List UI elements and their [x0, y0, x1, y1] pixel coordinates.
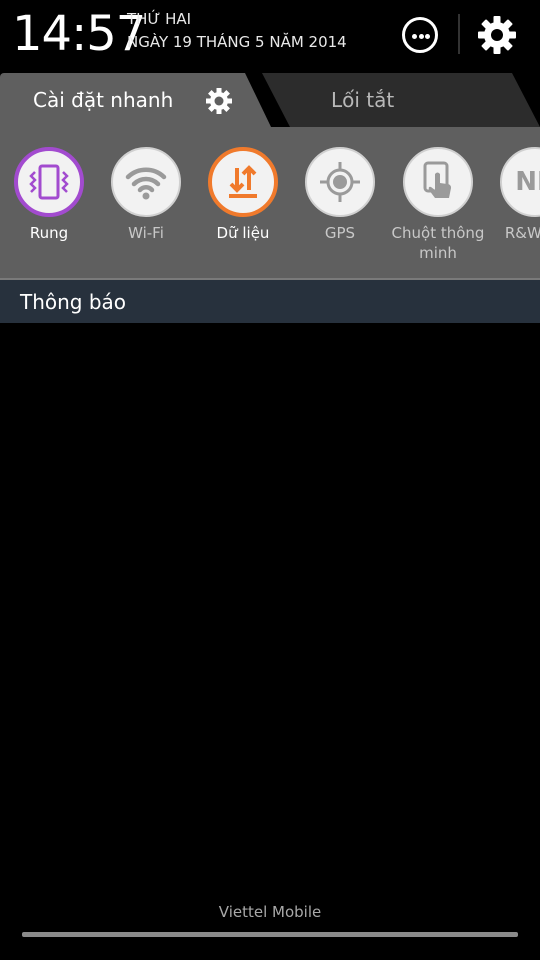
day-of-week: THỨ HAI	[127, 10, 192, 28]
toggle-data[interactable]: Dữ liệu	[194, 147, 292, 243]
toggle-vibrate-circle[interactable]	[14, 147, 84, 217]
vibrate-icon	[29, 164, 69, 200]
more-options-button[interactable]	[402, 17, 438, 53]
quick-settings-gear-icon[interactable]	[205, 87, 233, 115]
tab-shortcuts-label[interactable]: Lối tắt	[331, 88, 394, 112]
date: NGÀY 19 THÁNG 5 NĂM 2014	[127, 33, 347, 51]
nfc-icon: NF	[515, 167, 540, 197]
toggle-nfc-circle[interactable]: NF	[500, 147, 540, 217]
toggle-smart-pointer-circle[interactable]	[403, 147, 473, 217]
toggle-smart-pointer[interactable]: Chuột thông minh	[389, 147, 487, 263]
toggle-nfc[interactable]: NF R&W P2	[486, 147, 540, 243]
toggle-wifi-label: Wi-Fi	[128, 224, 164, 242]
quick-settings-panel: Rung Wi-Fi Dữ liệu GPS Chuột thông minh …	[0, 127, 540, 278]
header-divider	[458, 14, 460, 54]
toggle-vibrate-label: Rung	[29, 224, 69, 242]
toggle-gps-label: GPS	[324, 224, 356, 242]
toggle-smart-pointer-label: Chuột thông minh	[391, 224, 485, 262]
toggle-nfc-label: R&W P2	[504, 224, 540, 242]
carrier-label: Viettel Mobile	[218, 903, 322, 921]
notifications-title: Thông báo	[20, 290, 127, 314]
toggle-data-label: Dữ liệu	[216, 224, 270, 242]
drag-handle[interactable]	[22, 932, 518, 937]
gps-icon	[320, 162, 360, 202]
toggle-gps[interactable]: GPS	[291, 147, 389, 243]
more-dot	[425, 34, 430, 39]
toggle-wifi-circle[interactable]	[111, 147, 181, 217]
tab-quick-settings-label[interactable]: Cài đặt nhanh	[33, 88, 173, 112]
toggle-data-circle[interactable]	[208, 147, 278, 217]
status-header: 14:57 THỨ HAI NGÀY 19 THÁNG 5 NĂM 2014	[0, 0, 540, 72]
smart-pointer-icon	[423, 161, 451, 198]
toggle-gps-circle[interactable]	[305, 147, 375, 217]
data-icon	[229, 165, 257, 198]
toggle-wifi[interactable]: Wi-Fi	[97, 147, 195, 243]
more-dot	[418, 34, 424, 39]
toggle-vibrate[interactable]: Rung	[0, 147, 98, 243]
wifi-icon	[125, 167, 167, 200]
gear-icon[interactable]	[476, 14, 518, 56]
clock: 14:57	[12, 6, 146, 62]
tab-shortcuts[interactable]	[262, 73, 540, 127]
more-horizontal-icon	[412, 34, 417, 39]
